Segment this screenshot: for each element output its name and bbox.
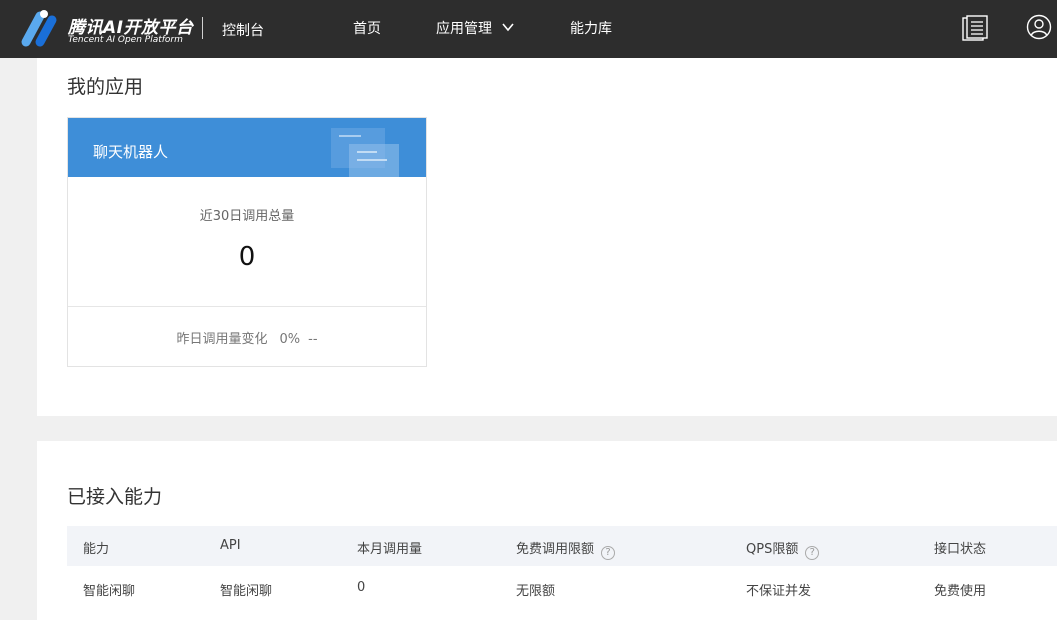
cell-monthly-calls: 0 xyxy=(357,580,366,595)
calls-change-row: 昨日调用量变化 0% -- xyxy=(68,328,426,347)
my-apps-title: 我的应用 xyxy=(67,76,144,98)
card-divider xyxy=(68,306,426,307)
calls-30d-label: 近30日调用总量 xyxy=(199,209,295,224)
column-qps-limit-label: QPS限额 xyxy=(746,542,799,557)
cell-api: 智能闲聊 xyxy=(220,584,273,599)
column-api: API xyxy=(220,538,241,553)
calls-change-label: 昨日调用量变化 xyxy=(176,332,268,347)
help-icon[interactable]: ? xyxy=(805,546,820,560)
app-name[interactable]: 聊天机器人 xyxy=(93,141,168,162)
cell-qps-limit: 不保证并发 xyxy=(746,584,812,599)
nav-home[interactable]: 首页 xyxy=(353,18,381,38)
column-qps-limit: QPS限额? xyxy=(746,538,820,560)
nav-app-management[interactable]: 应用管理 xyxy=(436,18,492,38)
calls-30d-value: 0 xyxy=(238,242,256,272)
help-icon[interactable]: ? xyxy=(601,546,616,560)
calls-change-value: 0% xyxy=(279,332,301,347)
brand-name-en: Tencent AI Open Platform xyxy=(68,35,183,45)
chevron-down-icon[interactable] xyxy=(501,20,515,34)
cell-api-status: 免费使用 xyxy=(934,584,987,599)
column-free-quota-label: 免费调用限额 xyxy=(516,542,595,557)
column-capability: 能力 xyxy=(83,542,110,557)
capabilities-table-header: 能力 API 本月调用量 免费调用限额? QPS限额? 接口状态 xyxy=(67,526,1057,566)
nav-capability-library[interactable]: 能力库 xyxy=(570,18,612,38)
user-avatar-icon[interactable] xyxy=(1026,14,1052,40)
app-card[interactable]: 聊天机器人 近30日调用总量 0 昨日调用量变化 0% -- xyxy=(67,117,427,367)
console-link[interactable]: 控制台 xyxy=(222,20,264,40)
document-list-icon[interactable] xyxy=(962,15,988,41)
app-card-illustration-icon xyxy=(331,128,399,177)
cell-capability[interactable]: 智能闲聊 xyxy=(83,580,135,599)
capabilities-title: 已接入能力 xyxy=(67,486,163,508)
tencent-ai-logo-icon[interactable] xyxy=(16,8,62,50)
cell-free-quota: 无限额 xyxy=(516,584,556,599)
app-card-header[interactable]: 聊天机器人 xyxy=(68,118,426,177)
top-navbar: 腾讯AI开放平台 Tencent AI Open Platform 控制台 首页… xyxy=(0,0,1057,58)
column-monthly-calls: 本月调用量 xyxy=(357,542,423,557)
column-api-status: 接口状态 xyxy=(934,542,987,557)
calls-change-trend: -- xyxy=(308,332,318,347)
brand-divider xyxy=(202,17,203,39)
column-free-quota: 免费调用限额? xyxy=(516,538,616,560)
